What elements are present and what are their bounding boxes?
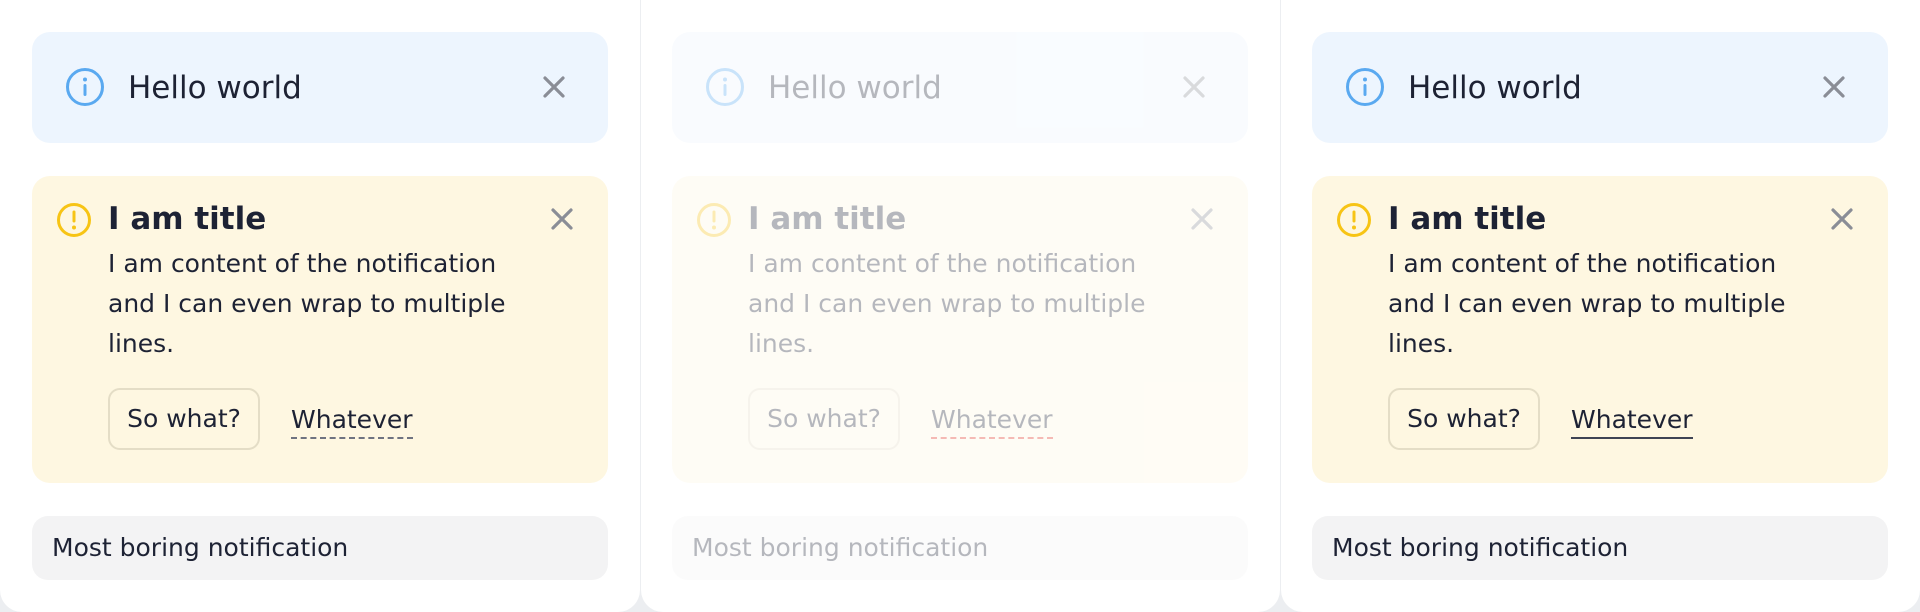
whatever-link[interactable]: Whatever <box>1571 405 1693 439</box>
variant-column-3: Hello world I am title I am content of t… <box>1281 0 1920 612</box>
close-icon[interactable] <box>549 206 575 232</box>
warning-notification: I am title I am content of the notificat… <box>672 176 1248 483</box>
info-icon <box>706 68 744 106</box>
plain-notification: Most boring notification <box>1312 516 1888 580</box>
notification-content: I am content of the notification and I c… <box>1388 249 1786 358</box>
plain-message: Most boring notification <box>1332 533 1629 562</box>
notification-stack: Hello world I am title I am content of t… <box>672 32 1248 580</box>
plain-notification: Most boring notification <box>32 516 608 580</box>
info-icon <box>1346 68 1384 106</box>
so-what-button[interactable]: So what? <box>108 388 260 450</box>
notification-stack: Hello world I am title I am content of t… <box>32 32 608 580</box>
so-what-button[interactable]: So what? <box>748 388 900 450</box>
notification-title: I am title <box>108 201 267 237</box>
notification-content: I am content of the notification and I c… <box>108 249 506 358</box>
variant-column-1: Hello world I am title I am content of t… <box>0 0 640 612</box>
close-icon[interactable] <box>1189 206 1215 232</box>
close-icon[interactable] <box>1181 74 1207 100</box>
info-message: Hello world <box>768 70 942 106</box>
plain-message: Most boring notification <box>52 533 349 562</box>
warning-icon <box>697 203 731 237</box>
close-icon[interactable] <box>1829 206 1855 232</box>
warning-notification: I am title I am content of the notificat… <box>32 176 608 483</box>
warning-notification: I am title I am content of the notificat… <box>1312 176 1888 483</box>
warning-icon <box>1337 203 1371 237</box>
info-notification: Hello world <box>672 32 1248 143</box>
info-icon <box>66 68 104 106</box>
notification-content: I am content of the notification and I c… <box>748 249 1146 358</box>
whatever-link[interactable]: Whatever <box>291 405 413 439</box>
notification-showcase: Hello world I am title I am content of t… <box>0 0 1920 612</box>
variant-column-2: Hello world I am title I am content of t… <box>641 0 1280 612</box>
plain-message: Most boring notification <box>692 533 989 562</box>
close-icon[interactable] <box>541 74 567 100</box>
close-icon[interactable] <box>1821 74 1847 100</box>
notification-stack: Hello world I am title I am content of t… <box>1312 32 1888 580</box>
info-message: Hello world <box>128 70 302 106</box>
info-message: Hello world <box>1408 70 1582 106</box>
warning-icon <box>57 203 91 237</box>
notification-title: I am title <box>748 201 907 237</box>
so-what-button[interactable]: So what? <box>1388 388 1540 450</box>
info-notification: Hello world <box>1312 32 1888 143</box>
plain-notification: Most boring notification <box>672 516 1248 580</box>
notification-title: I am title <box>1388 201 1547 237</box>
whatever-link[interactable]: Whatever <box>931 405 1053 439</box>
info-notification: Hello world <box>32 32 608 143</box>
